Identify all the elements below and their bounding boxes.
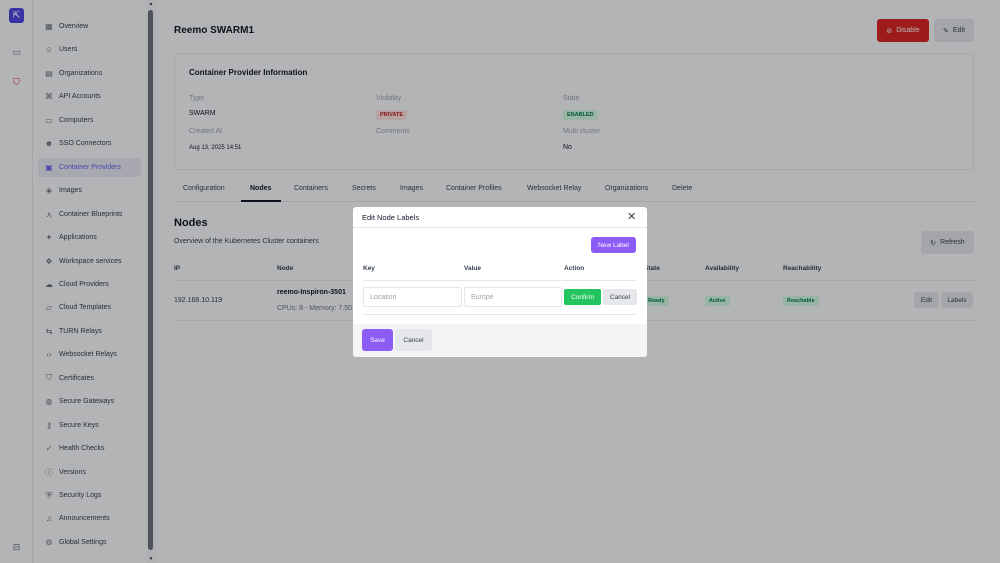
modal-column-action: Action [564, 265, 585, 272]
cancel-label-row-button[interactable]: Cancel [603, 289, 637, 305]
modal-table-divider [362, 280, 637, 281]
modal-column-value: Value [464, 265, 481, 272]
save-button[interactable]: Save [362, 329, 393, 351]
modal-column-key: Key [363, 265, 375, 272]
modal-title: Edit Node Labels [362, 213, 420, 222]
cancel-button[interactable]: Cancel [395, 329, 432, 351]
label-value-input[interactable]: Europe [464, 287, 562, 307]
modal-row-divider [362, 314, 637, 315]
edit-node-labels-modal: Edit Node Labels ✕ New Label Key Value A… [353, 207, 647, 357]
confirm-label-button[interactable]: Confirm [564, 289, 601, 305]
label-key-input[interactable]: Location [363, 287, 462, 307]
new-label-button[interactable]: New Label [591, 237, 636, 253]
close-icon[interactable]: ✕ [627, 210, 636, 223]
modal-footer: Save Cancel [353, 324, 647, 357]
modal-header-divider [353, 227, 647, 228]
